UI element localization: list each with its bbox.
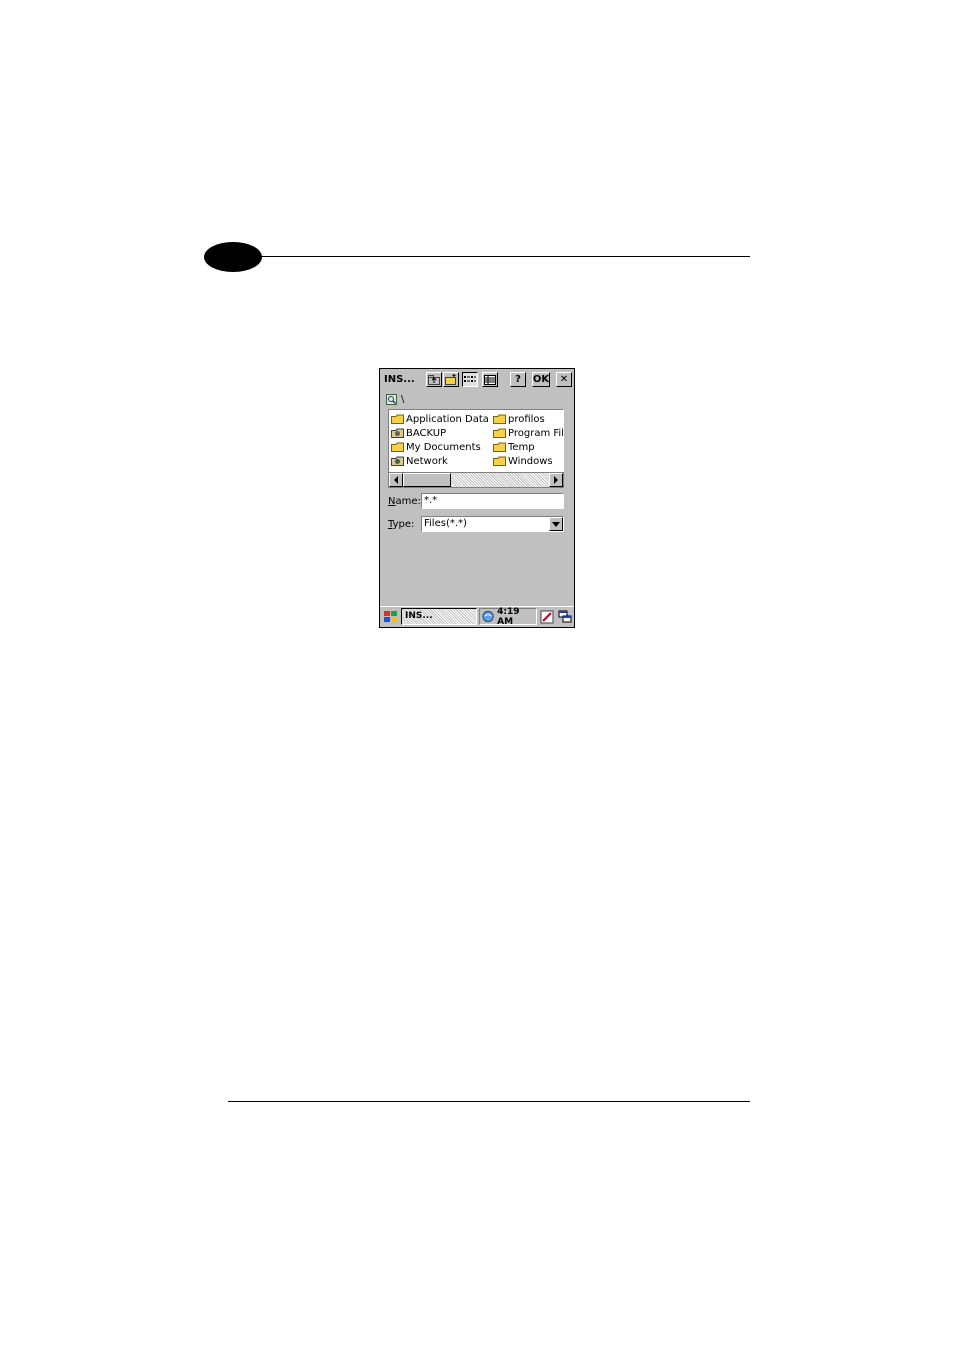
header-rule bbox=[228, 256, 750, 257]
ok-button[interactable]: OK bbox=[532, 372, 550, 387]
list-item[interactable]: Application Data bbox=[391, 412, 489, 426]
help-button[interactable]: ? bbox=[510, 372, 526, 387]
taskbar: INS... 4:19 AM bbox=[380, 606, 574, 627]
close-icon: ✕ bbox=[559, 373, 569, 385]
new-folder-button[interactable] bbox=[443, 372, 459, 387]
folder-icon bbox=[391, 442, 404, 452]
list-item-label: BACKUP bbox=[406, 427, 447, 439]
list-item[interactable]: BACKUP bbox=[391, 426, 489, 440]
close-button[interactable]: ✕ bbox=[556, 372, 572, 387]
list-item[interactable]: My Documents bbox=[391, 440, 489, 454]
folder-icon bbox=[493, 428, 506, 438]
path-bar: \ bbox=[386, 393, 404, 405]
arrow-right-icon bbox=[554, 476, 558, 484]
taskbar-app-button[interactable]: INS... bbox=[401, 608, 477, 625]
window-title: INS... bbox=[384, 374, 415, 385]
folder-icon bbox=[391, 414, 404, 424]
file-dialog-screenshot: INS... ? OK ✕ \ Application Data BACKUP … bbox=[379, 368, 575, 628]
folder-icon bbox=[493, 442, 506, 452]
folder-icon bbox=[493, 414, 506, 424]
title-bar: INS... ? OK ✕ bbox=[380, 369, 574, 391]
windows-stack-icon bbox=[558, 610, 572, 623]
chevron-down-icon bbox=[552, 521, 560, 527]
up-folder-icon bbox=[428, 374, 440, 385]
details-view-icon bbox=[484, 374, 496, 385]
system-tray: 4:19 AM bbox=[479, 606, 537, 627]
start-button[interactable] bbox=[381, 609, 399, 625]
new-folder-icon bbox=[445, 374, 456, 385]
clock: 4:19 AM bbox=[497, 606, 520, 627]
network-folder-icon bbox=[391, 456, 404, 466]
folder-search-icon bbox=[386, 393, 397, 405]
list-view-button[interactable] bbox=[462, 372, 478, 387]
desktop-switch-button[interactable] bbox=[557, 609, 573, 625]
name-label: Name: bbox=[388, 496, 421, 507]
arrow-left-icon bbox=[394, 476, 398, 484]
list-view-icon bbox=[464, 375, 476, 382]
list-item-label: Windows bbox=[508, 455, 553, 467]
input-panel-button[interactable] bbox=[539, 609, 555, 625]
footer-rule bbox=[228, 1101, 750, 1102]
windows-logo-icon bbox=[383, 611, 397, 622]
network-status-icon bbox=[482, 610, 494, 623]
type-dropdown-button[interactable] bbox=[549, 517, 563, 531]
list-item-label: Temp bbox=[508, 441, 535, 453]
horizontal-scrollbar[interactable] bbox=[388, 472, 564, 488]
type-select[interactable]: Files(*.*) bbox=[421, 516, 564, 532]
scroll-left-button[interactable] bbox=[389, 473, 403, 487]
list-item-label: Application Data bbox=[406, 413, 489, 425]
details-view-button[interactable] bbox=[482, 372, 498, 387]
list-item[interactable]: Windows bbox=[493, 454, 563, 468]
list-item[interactable]: Temp bbox=[493, 440, 563, 454]
list-item-label: My Documents bbox=[406, 441, 481, 453]
list-item-label: Network bbox=[406, 455, 448, 467]
list-item[interactable]: Program File bbox=[493, 426, 564, 440]
scroll-thumb[interactable] bbox=[403, 473, 451, 487]
type-label: Type: bbox=[388, 519, 415, 530]
list-item-label: profilos bbox=[508, 413, 545, 425]
drive-icon bbox=[391, 428, 404, 438]
current-path: \ bbox=[401, 393, 405, 405]
name-input[interactable]: *.* bbox=[421, 493, 564, 509]
chapter-tab-marker bbox=[204, 242, 262, 272]
type-select-value: Files(*.*) bbox=[424, 518, 467, 529]
list-item[interactable]: profilos bbox=[493, 412, 563, 426]
list-item[interactable]: Network bbox=[391, 454, 489, 468]
list-item-label: Program File bbox=[508, 427, 564, 439]
folder-icon bbox=[493, 456, 506, 466]
pen-icon bbox=[540, 610, 554, 624]
up-folder-button[interactable] bbox=[426, 372, 442, 387]
scroll-right-button[interactable] bbox=[549, 473, 563, 487]
